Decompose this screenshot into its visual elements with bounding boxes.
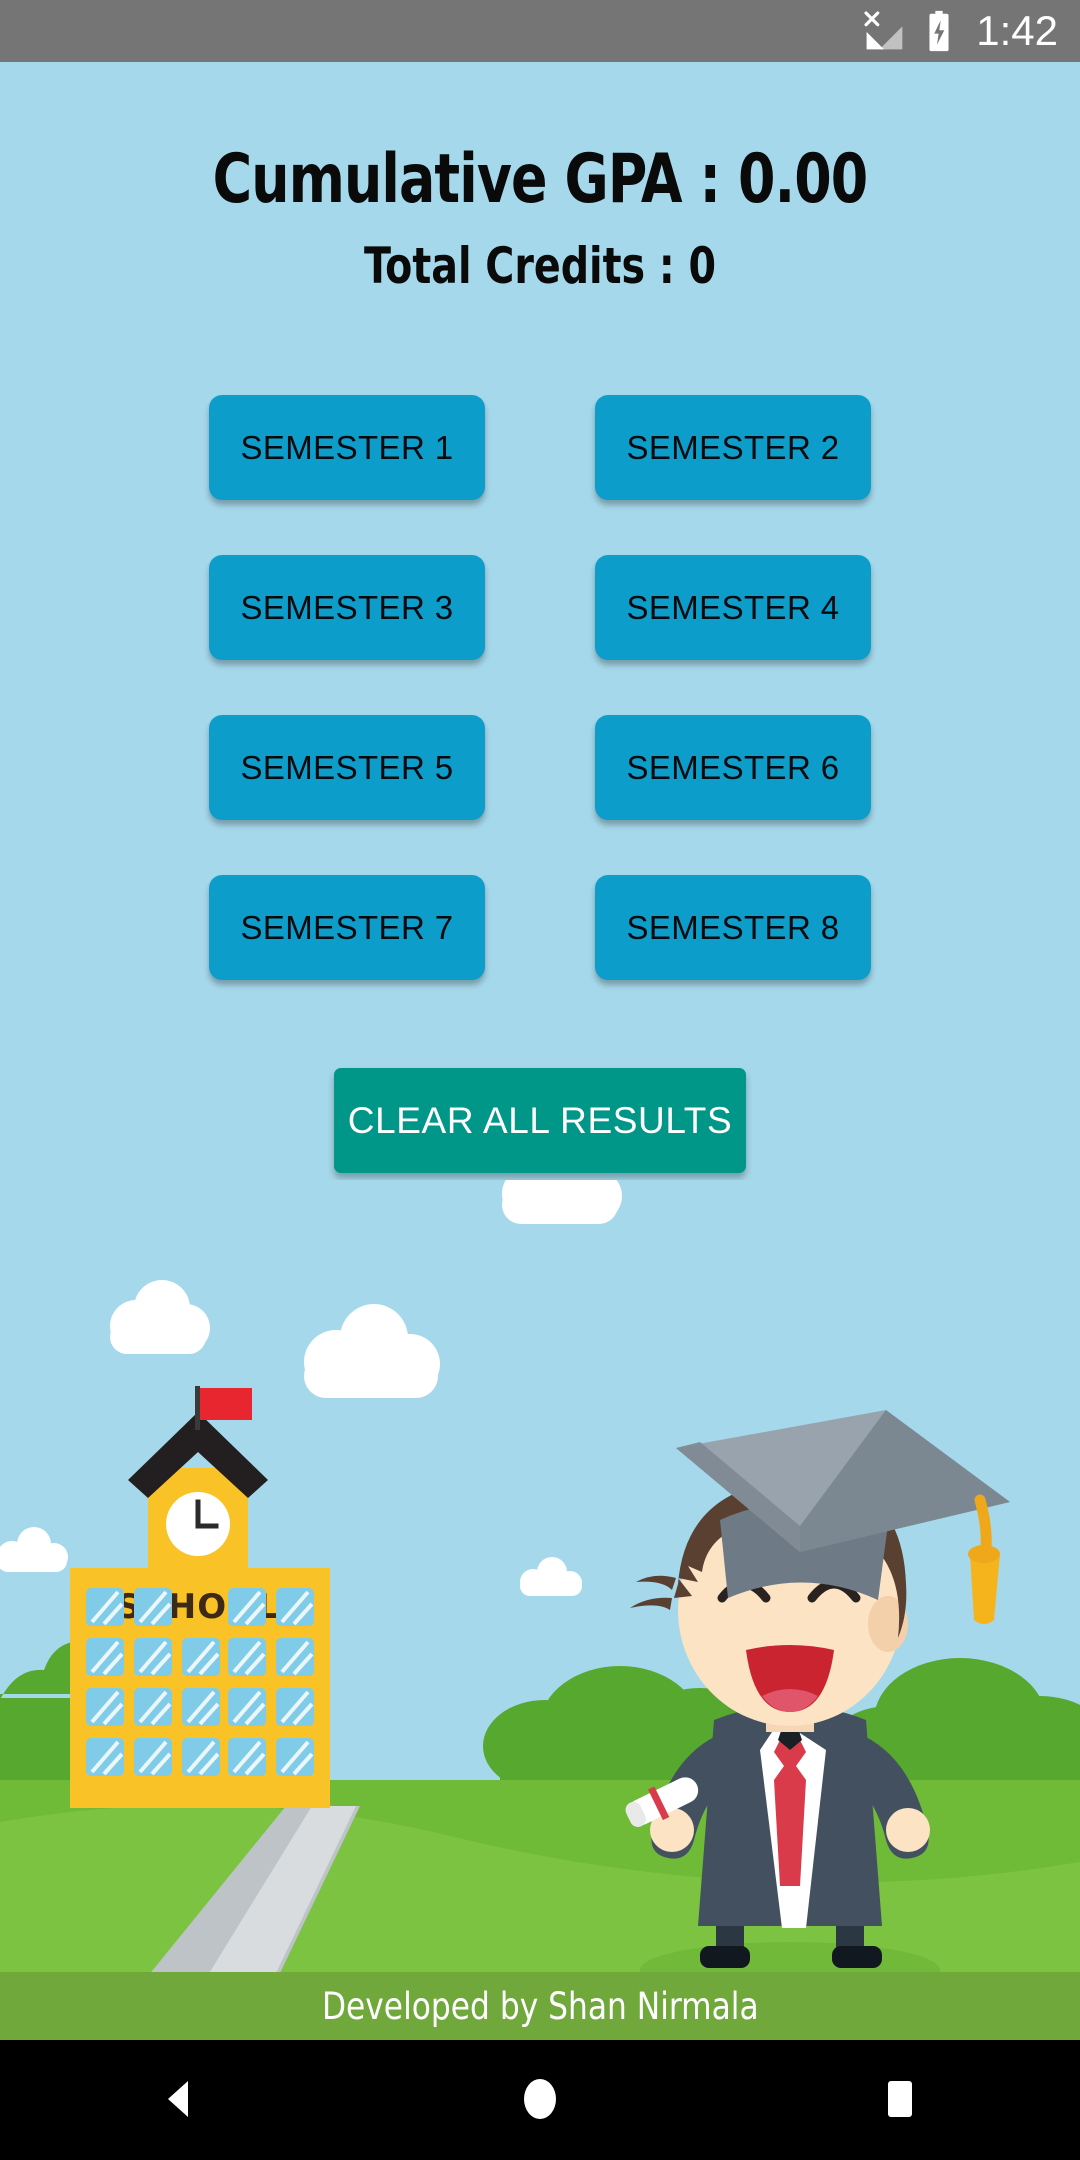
developer-credit-text: Developed by Shan Nirmala [321,1984,759,2028]
back-triangle-icon [156,2075,204,2126]
nav-back-button[interactable] [90,2040,270,2160]
nav-home-button[interactable] [450,2040,630,2160]
total-credits-label: Total Credits : 0 [363,237,717,295]
semester-7-button[interactable]: SEMESTER 7 [209,875,485,980]
status-bar: 1:42 [0,0,1080,62]
semester-4-button[interactable]: SEMESTER 4 [595,555,871,660]
clear-button-container: CLEAR ALL RESULTS [0,1068,1080,1173]
semester-6-button[interactable]: SEMESTER 6 [595,715,871,820]
app-screen: 1:42 Cumulative GPA : 0.00 Total Credits… [0,0,1080,2160]
clear-all-results-button[interactable]: CLEAR ALL RESULTS [334,1068,746,1173]
android-navigation-bar [0,2040,1080,2160]
header: Cumulative GPA : 0.00 Total Credits : 0 [0,62,1080,295]
school-illustration: SCHOOL [0,1180,1080,2040]
semester-1-button[interactable]: SEMESTER 1 [209,395,485,500]
semester-button-grid: SEMESTER 1 SEMESTER 2 SEMESTER 3 SEMESTE… [0,395,1080,980]
footer-credit-bar: Developed by Shan Nirmala [0,1972,1080,2040]
nav-recents-button[interactable] [810,2040,990,2160]
recents-square-icon [876,2075,924,2126]
home-circle-icon [516,2075,564,2126]
semester-2-button[interactable]: SEMESTER 2 [595,395,871,500]
status-bar-clock: 1:42 [976,7,1058,54]
no-sim-signal-icon [862,9,906,53]
battery-charging-icon [922,9,956,53]
semester-5-button[interactable]: SEMESTER 5 [209,715,485,820]
semester-8-button[interactable]: SEMESTER 8 [595,875,871,980]
semester-3-button[interactable]: SEMESTER 3 [209,555,485,660]
cumulative-gpa-label: Cumulative GPA : 0.00 [212,140,869,219]
